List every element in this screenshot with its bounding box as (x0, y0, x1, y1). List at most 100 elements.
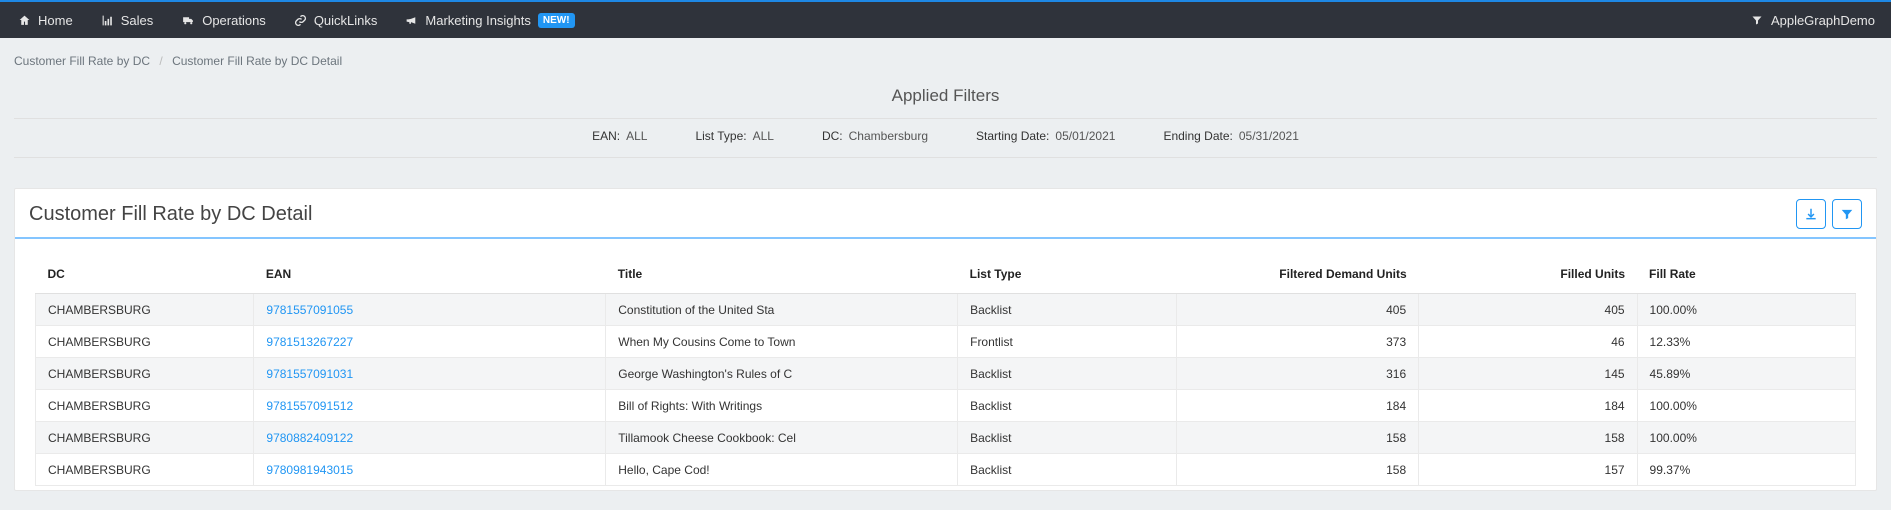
col-dc[interactable]: DC (36, 257, 254, 294)
cell-listtype: Frontlist (958, 326, 1176, 358)
table-body: CHAMBERSBURG 9781557091055 Constitution of… (36, 294, 1856, 486)
download-button[interactable] (1796, 199, 1826, 229)
cell-listtype: Backlist (958, 358, 1176, 390)
cell-listtype: Backlist (958, 390, 1176, 422)
cell-ean: 9781557091055 (254, 294, 606, 326)
cell-listtype: Backlist (958, 454, 1176, 486)
ean-link[interactable]: 9781557091055 (266, 303, 353, 317)
nav-sales[interactable]: Sales (87, 1, 168, 39)
cell-dc: CHAMBERSBURG (36, 326, 254, 358)
col-ean[interactable]: EAN (254, 257, 606, 294)
cell-title: Tillamook Cheese Cookbook: Cel (606, 422, 958, 454)
filter-end-label: Ending Date: (1163, 129, 1232, 143)
breadcrumb-separator: / (153, 54, 168, 68)
table-row: CHAMBERSBURG 9780981943015 Hello, Cape Cod… (36, 454, 1856, 486)
detail-card-actions (1796, 199, 1862, 229)
cell-demand: 158 (1176, 454, 1419, 486)
nav-sales-label: Sales (121, 13, 154, 28)
nav-home-label: Home (38, 13, 73, 28)
nav-operations-label: Operations (202, 13, 266, 28)
cell-filled: 184 (1419, 390, 1637, 422)
cell-demand: 184 (1176, 390, 1419, 422)
truck-icon (181, 14, 195, 27)
chart-icon (101, 14, 114, 27)
cell-listtype: Backlist (958, 422, 1176, 454)
col-demand[interactable]: Filtered Demand Units (1176, 257, 1419, 294)
filter-start-value: 05/01/2021 (1055, 129, 1115, 143)
cell-ean: 9781513267227 (254, 326, 606, 358)
ean-link[interactable]: 9780981943015 (266, 463, 353, 477)
col-title[interactable]: Title (606, 257, 958, 294)
filter-ean-label: EAN: (592, 129, 620, 143)
cell-rate: 99.37% (1637, 454, 1855, 486)
funnel-icon (1840, 207, 1854, 221)
detail-card-title: Customer Fill Rate by DC Detail (29, 203, 312, 226)
table-row: CHAMBERSBURG 9781557091512 Bill of Rights:… (36, 390, 1856, 422)
ean-link[interactable]: 9780882409122 (266, 431, 353, 445)
download-icon (1804, 207, 1818, 221)
ean-link[interactable]: 9781557091512 (266, 399, 353, 413)
table-row: CHAMBERSBURG9780882409122Tillamook Chees… (36, 422, 1856, 454)
link-icon (294, 14, 307, 27)
cell-ean: 9780981943015 (254, 454, 606, 486)
cell-filled: 46 (1419, 326, 1637, 358)
filter-icon (1751, 14, 1763, 26)
breadcrumb-current: Customer Fill Rate by DC Detail (172, 54, 342, 68)
cell-title: Bill of Rights: With Writings (606, 390, 958, 422)
filter-listtype: List Type: ALL (695, 129, 774, 143)
ean-link[interactable]: 9781557091031 (266, 367, 353, 381)
filter-ean-value: ALL (626, 129, 647, 143)
breadcrumb-parent[interactable]: Customer Fill Rate by DC (14, 54, 150, 68)
cell-dc: CHAMBERSBURG (36, 454, 254, 486)
cell-filled: 158 (1419, 422, 1637, 454)
applied-filters-title: Applied Filters (14, 86, 1877, 106)
cell-rate: 100.00% (1637, 422, 1855, 454)
cell-title: When My Cousins Come to Town (606, 326, 958, 358)
cell-rate: 100.00% (1637, 294, 1855, 326)
cell-ean: 9781557091512 (254, 390, 606, 422)
nav-marketing[interactable]: Marketing Insights NEW! (391, 1, 588, 39)
cell-demand: 405 (1176, 294, 1419, 326)
table-header-row: DC EAN Title List Type Filtered Demand U… (36, 257, 1856, 294)
cell-title: George Washington's Rules of C (606, 358, 958, 390)
filter-start: Starting Date: 05/01/2021 (976, 129, 1115, 143)
filter-dc-value: Chambersburg (849, 129, 928, 143)
cell-title: Constitution of the United Sta (606, 294, 958, 326)
top-navbar: Home Sales Operations QuickLinks Marketi… (0, 0, 1891, 38)
cell-dc: CHAMBERSBURG (36, 358, 254, 390)
cell-title: Hello, Cape Cod! (606, 454, 958, 486)
detail-card-header: Customer Fill Rate by DC Detail (15, 189, 1876, 239)
nav-marketing-label: Marketing Insights (425, 13, 531, 28)
home-icon (18, 14, 31, 27)
table-row: CHAMBERSBURG 9781513267227 When My Cousins… (36, 326, 1856, 358)
table-row: CHAMBERSBURG 9781557091031 George Washingt… (36, 358, 1856, 390)
bullhorn-icon (405, 14, 418, 27)
fillrate-table: DC EAN Title List Type Filtered Demand U… (35, 257, 1856, 486)
cell-rate: 100.00% (1637, 390, 1855, 422)
cell-listtype: Backlist (958, 294, 1176, 326)
col-filled[interactable]: Filled Units (1419, 257, 1637, 294)
nav-home[interactable]: Home (4, 1, 87, 39)
nav-quicklinks[interactable]: QuickLinks (280, 1, 392, 39)
nav-user-menu[interactable]: AppleGraphDemo (1751, 13, 1887, 28)
filter-listtype-value: ALL (753, 129, 774, 143)
col-rate[interactable]: Fill Rate (1637, 257, 1855, 294)
breadcrumb: Customer Fill Rate by DC / Customer Fill… (0, 38, 1891, 74)
cell-filled: 157 (1419, 454, 1637, 486)
cell-demand: 316 (1176, 358, 1419, 390)
cell-ean: 9780882409122 (254, 422, 606, 454)
cell-ean: 9781557091031 (254, 358, 606, 390)
ean-link[interactable]: 9781513267227 (266, 335, 353, 349)
col-listtype[interactable]: List Type (958, 257, 1176, 294)
filter-start-label: Starting Date: (976, 129, 1049, 143)
filters-divider (14, 118, 1877, 119)
cell-filled: 405 (1419, 294, 1637, 326)
cell-dc: CHAMBERSBURG (36, 390, 254, 422)
filter-dc: DC: Chambersburg (822, 129, 928, 143)
filter-button[interactable] (1832, 199, 1862, 229)
table-row: CHAMBERSBURG 9781557091055 Constitution of… (36, 294, 1856, 326)
cell-demand: 373 (1176, 326, 1419, 358)
nav-user-label: AppleGraphDemo (1771, 13, 1875, 28)
cell-dc: CHAMBERSBURG (36, 294, 254, 326)
nav-operations[interactable]: Operations (167, 1, 280, 39)
